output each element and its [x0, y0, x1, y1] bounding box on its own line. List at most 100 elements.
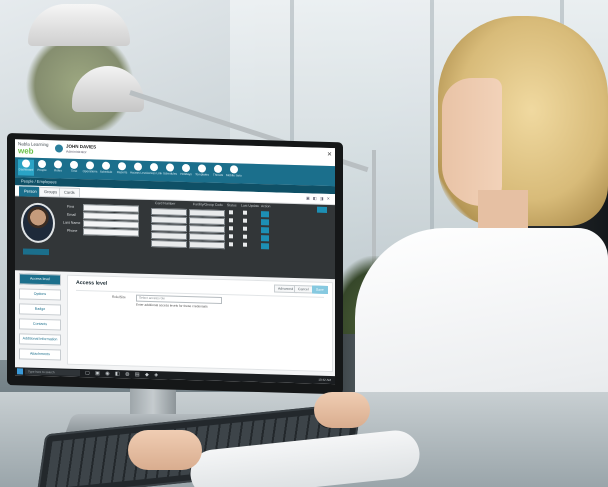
- taskbar-clock: 10:42 AM: [318, 377, 331, 383]
- nav-label: Dashboard: [18, 167, 34, 172]
- nav-label: Mobile Setup: [226, 173, 242, 178]
- field-label: Last Name: [63, 220, 81, 226]
- facility-code-cell[interactable]: [189, 233, 225, 242]
- user-name: JOHN DAVIES: [66, 143, 97, 150]
- nav-reports[interactable]: Reports: [114, 162, 130, 178]
- status-indicator: [229, 226, 233, 231]
- section-nav-item[interactable]: Attachments: [19, 348, 61, 361]
- nav-label: Schedule: [99, 169, 113, 174]
- card-number-cell[interactable]: [151, 216, 187, 225]
- window-tools[interactable]: ▣ ◧ ◨ ✕: [306, 195, 331, 201]
- woman-face: [442, 78, 502, 206]
- nav-label: Holidays: [180, 171, 192, 177]
- section-nav-item[interactable]: Access level: [19, 273, 61, 286]
- row-action-button[interactable]: [261, 219, 269, 226]
- nav-template[interactable]: Templates: [194, 164, 210, 180]
- nav-label: Access Levels: [130, 170, 146, 175]
- row-action-button[interactable]: [261, 211, 269, 218]
- mobile-icon: [230, 165, 238, 174]
- start-icon[interactable]: [17, 368, 23, 375]
- nav-operations[interactable]: Operations: [82, 161, 98, 177]
- nav-schedule[interactable]: Schedule: [98, 161, 114, 178]
- taskbar-icons[interactable]: ▢ ▣ ◉ ◧ ◍ ▤ ◆ ◈: [85, 370, 160, 378]
- facility-code-cell[interactable]: [189, 241, 225, 250]
- row-action-button[interactable]: [261, 235, 269, 242]
- nav-label: Operations: [82, 169, 98, 174]
- facility-code-cell[interactable]: [189, 209, 225, 218]
- section-nav-item[interactable]: Contacts: [19, 318, 61, 331]
- person-profile-panel: First Email Last Name Phone Card Number …: [15, 196, 335, 280]
- access-level-panel: Access level Advanced Cancel Save Role/S…: [67, 274, 333, 373]
- nav-threat[interactable]: Threats: [210, 164, 226, 181]
- card-number-cell[interactable]: [151, 240, 187, 249]
- roles-icon: [54, 160, 62, 169]
- nav-access[interactable]: Access Levels: [130, 162, 146, 178]
- nav-label: People: [37, 167, 47, 173]
- access-icon: [134, 162, 142, 171]
- info-text: Enter additional access levels for these…: [136, 302, 208, 309]
- monitor-screen: Nabla Learning web JOHN DAVIES Administr…: [15, 139, 335, 385]
- nav-dashboard[interactable]: Dashboard: [18, 159, 34, 176]
- taskbar-search[interactable]: Type here to search: [25, 368, 80, 377]
- links-icon: [150, 162, 158, 172]
- row-action-button[interactable]: [261, 243, 269, 250]
- update-indicator: [243, 218, 247, 223]
- update-indicator: [243, 242, 247, 247]
- nav-label: Schedules: [162, 171, 177, 176]
- grid-header: Card Number: [155, 201, 176, 206]
- save-button[interactable]: Save: [312, 285, 328, 294]
- nav-label: Templates: [195, 172, 209, 177]
- save-icon-button[interactable]: [317, 206, 327, 213]
- office-photo: Nabla Learning web JOHN DAVIES Administr…: [0, 0, 608, 487]
- nav-calendar[interactable]: Schedules: [162, 163, 178, 179]
- status-indicator: [229, 218, 233, 223]
- field-label: Email: [67, 212, 76, 217]
- grid-header: Action: [261, 204, 271, 209]
- card-number-cell[interactable]: [151, 224, 187, 233]
- dashboard-icon: [22, 159, 30, 168]
- user-avatar[interactable]: [55, 144, 63, 153]
- section-nav-item[interactable]: Options: [19, 288, 61, 301]
- user-role: Administrator: [66, 149, 87, 155]
- phone-input[interactable]: [83, 228, 139, 237]
- grid-header: Facility/Group Code: [193, 202, 223, 208]
- template-icon: [198, 164, 206, 173]
- desk-lamp-shade: [28, 4, 130, 46]
- woman-right-hand: [314, 392, 370, 428]
- page-title: Access level: [76, 279, 108, 287]
- facility-code-cell[interactable]: [189, 225, 225, 234]
- facility-code-cell[interactable]: [189, 217, 225, 226]
- cancel-button[interactable]: Cancel: [294, 285, 313, 294]
- nav-label: Reports: [116, 170, 128, 175]
- time-icon: [70, 160, 78, 169]
- section-nav-item[interactable]: Additional Information: [19, 333, 61, 346]
- change-photo-button[interactable]: [23, 248, 49, 256]
- nav-mobile[interactable]: Mobile Setup: [226, 165, 242, 181]
- nav-label: Threats: [212, 172, 224, 178]
- holiday-icon: [182, 163, 190, 173]
- status-indicator: [229, 234, 233, 239]
- section-nav: Access level Options Badge Contacts Addition…: [19, 273, 63, 370]
- section-nav-item[interactable]: Badge: [19, 303, 61, 316]
- card-number-cell[interactable]: [151, 208, 187, 217]
- field-label: First: [67, 204, 74, 209]
- threat-icon: [214, 164, 222, 174]
- row-action-button[interactable]: [261, 227, 269, 234]
- breadcrumb: People / Employees: [21, 178, 57, 185]
- tab-cards[interactable]: Cards: [59, 187, 80, 199]
- update-indicator: [243, 210, 247, 215]
- nav-links[interactable]: Access Links: [146, 162, 162, 179]
- update-indicator: [243, 226, 247, 231]
- card-number-cell[interactable]: [151, 232, 187, 241]
- woman-left-hand: [128, 430, 202, 470]
- close-icon[interactable]: ✕: [327, 151, 332, 158]
- nav-time[interactable]: Time: [66, 160, 82, 177]
- grid-header: Status: [227, 203, 237, 208]
- people-icon: [38, 159, 46, 169]
- nav-holiday[interactable]: Holidays: [178, 163, 194, 180]
- nav-roles[interactable]: Roles: [50, 160, 66, 176]
- operations-icon: [86, 161, 94, 170]
- nav-people[interactable]: People: [34, 159, 50, 176]
- reports-icon: [118, 162, 126, 171]
- monitor: Nabla Learning web JOHN DAVIES Administr…: [7, 133, 343, 395]
